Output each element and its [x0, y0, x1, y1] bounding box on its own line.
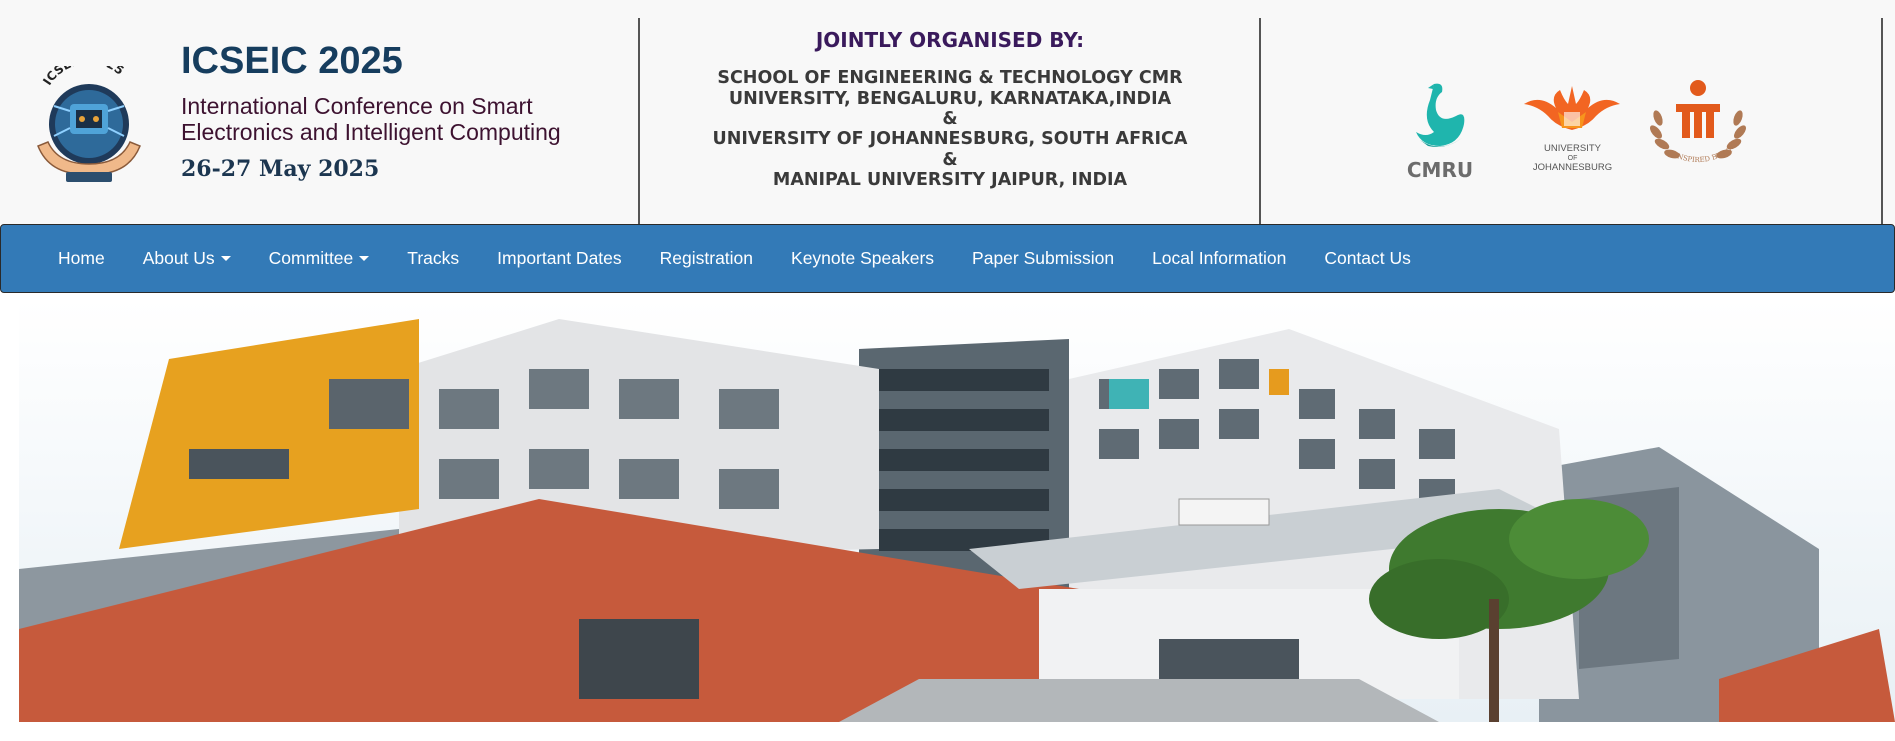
organiser-line: SCHOOL OF ENGINEERING & TECHNOLOGY CMR: [717, 68, 1183, 88]
nav-item-registration[interactable]: Registration: [641, 248, 772, 269]
caret-down-icon: [359, 256, 370, 261]
header-divider: [1259, 18, 1261, 224]
conference-title: ICSEIC 2025: [181, 40, 403, 82]
nav-item-keynote-speakers[interactable]: Keynote Speakers: [772, 248, 953, 269]
organiser-line: MANIPAL UNIVERSITY JAIPUR, INDIA: [772, 169, 1128, 190]
header-divider: [1881, 18, 1883, 224]
muj-logo[interactable]: INSPIRED BY LIFE: [1641, 72, 1752, 186]
campus-building-photo: [19, 299, 1895, 722]
bird-swan-icon: [1416, 83, 1465, 147]
site-header: ICSEIC 2025 ICSEIC 2025 International Co…: [0, 0, 1895, 224]
conference-logo-icon[interactable]: ICSEIC 2025: [30, 52, 148, 186]
conference-subtitle-line2: Electronics and Intelligent Computing: [181, 119, 561, 145]
conference-subtitle-line1: International Conference on Smart: [181, 93, 533, 119]
nav-item-about-us[interactable]: About Us: [124, 248, 250, 269]
nav-menu: Home About Us Committee Tracks Important…: [39, 225, 1430, 292]
organisers-block: JOINTLY ORGANISED BY: SCHOOL OF ENGINEER…: [640, 28, 1260, 190]
nav-item-contact-us[interactable]: Contact Us: [1305, 248, 1430, 269]
nav-item-tracks[interactable]: Tracks: [388, 248, 478, 269]
uj-logo[interactable]: UNIVERSITY OF JOHANNESBURG: [1520, 82, 1625, 182]
nav-item-home[interactable]: Home: [39, 248, 124, 269]
conference-subtitle: International Conference on Smart Electr…: [181, 93, 611, 145]
nav-item-important-dates[interactable]: Important Dates: [478, 248, 641, 269]
nav-item-paper-submission[interactable]: Paper Submission: [953, 248, 1133, 269]
cmru-logo-text: CMRU: [1406, 158, 1474, 182]
caret-down-icon: [220, 256, 231, 261]
conference-dates: 26-27 May 2025: [181, 156, 380, 182]
nav-item-committee[interactable]: Committee: [250, 248, 389, 269]
cmru-logo[interactable]: CMRU: [1400, 80, 1480, 184]
organiser-ampersand: &: [942, 109, 958, 129]
phoenix-icon: [1524, 86, 1620, 130]
nav-item-local-information[interactable]: Local Information: [1133, 248, 1305, 269]
organisers-heading: JOINTLY ORGANISED BY:: [815, 28, 1085, 52]
main-navbar: Home About Us Committee Tracks Important…: [0, 224, 1895, 293]
laurel-wreath-icon: INSPIRED BY LIFE: [1641, 72, 1746, 164]
organiser-ampersand: &: [942, 149, 958, 170]
uj-logo-text: UNIVERSITY OF JOHANNESBURG: [1532, 143, 1613, 173]
organiser-line: UNIVERSITY, BENGALURU, KARNATAKA,INDIA: [728, 88, 1172, 109]
organiser-line: UNIVERSITY OF JOHANNESBURG, SOUTH AFRICA: [712, 129, 1188, 149]
